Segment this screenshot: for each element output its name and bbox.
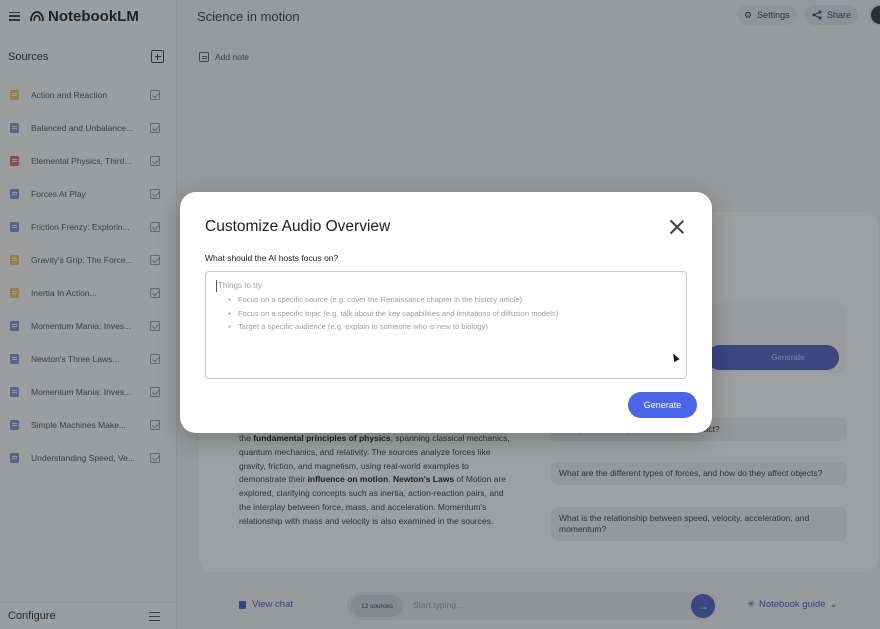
placeholder-item: Focus on a specific topic (e.g. talk abo…: [228, 307, 676, 321]
placeholder-list: Focus on a specific source (e.g. cover t…: [216, 293, 676, 334]
placeholder-title: Things to try: [216, 280, 676, 292]
focus-textarea[interactable]: Things to try Focus on a specific source…: [205, 271, 687, 379]
placeholder-item: Target a specific audience (e.g. explain…: [228, 320, 676, 334]
close-icon[interactable]: [669, 219, 685, 235]
customize-audio-dialog: Customize Audio Overview What should the…: [180, 192, 712, 433]
dialog-title: Customize Audio Overview: [205, 218, 391, 235]
placeholder-item: Focus on a specific source (e.g. cover t…: [228, 293, 676, 307]
focus-question-label: What should the AI hosts focus on?: [205, 253, 339, 263]
generate-button[interactable]: Generate: [628, 392, 697, 418]
